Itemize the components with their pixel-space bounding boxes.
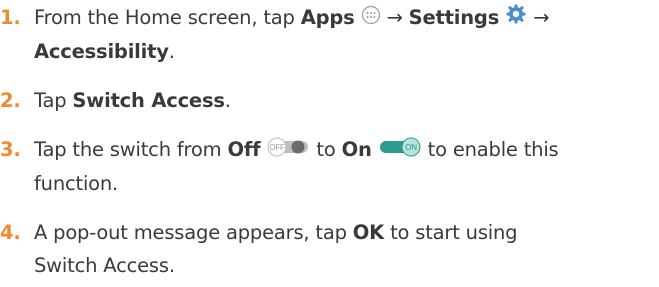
toggle-off-text: OFF: [270, 143, 286, 152]
arrow-icon: →: [386, 6, 403, 29]
step-1: 1. From the Home screen, tap Apps → Setti…: [0, 1, 549, 68]
arrow-icon: →: [533, 6, 550, 29]
step-text: Switch Access.: [34, 254, 175, 277]
step-text: to start using: [384, 221, 518, 244]
switch-access-label: Switch Access: [72, 89, 225, 112]
step-text: to: [316, 138, 342, 161]
step-number: 3.: [0, 138, 21, 161]
on-label: On: [341, 138, 372, 161]
step-3: 3. Tap the switch from Off OFF to On ON t…: [0, 133, 559, 200]
step-text: From the Home screen, tap: [34, 6, 301, 29]
toggle-on-text: ON: [405, 143, 417, 152]
toggle-on-icon: ON: [378, 134, 422, 167]
settings-gear-icon: [505, 2, 527, 35]
accessibility-label: Accessibility: [34, 40, 169, 63]
toggle-off-icon: OFF: [266, 134, 310, 167]
step-text: function.: [34, 172, 119, 195]
step-number: 1.: [0, 6, 21, 29]
step-number: 4.: [0, 221, 21, 244]
step-text: Tap: [34, 89, 73, 112]
step-text: Tap the switch from: [34, 138, 228, 161]
step-text: to enable this: [427, 138, 559, 161]
apps-icon: [361, 2, 381, 35]
step-text: A pop-out message appears, tap: [34, 221, 353, 244]
step-text: .: [168, 40, 175, 63]
step-number: 2.: [0, 89, 21, 112]
step-text: .: [224, 89, 231, 112]
ok-label: OK: [352, 221, 385, 244]
step-2: 2. Tap Switch Access.: [0, 84, 231, 117]
step-4: 4. A pop-out message appears, tap OK to s…: [0, 216, 518, 282]
off-label: Off: [227, 138, 261, 161]
apps-label: Apps: [300, 6, 355, 29]
settings-label: Settings: [408, 6, 500, 29]
